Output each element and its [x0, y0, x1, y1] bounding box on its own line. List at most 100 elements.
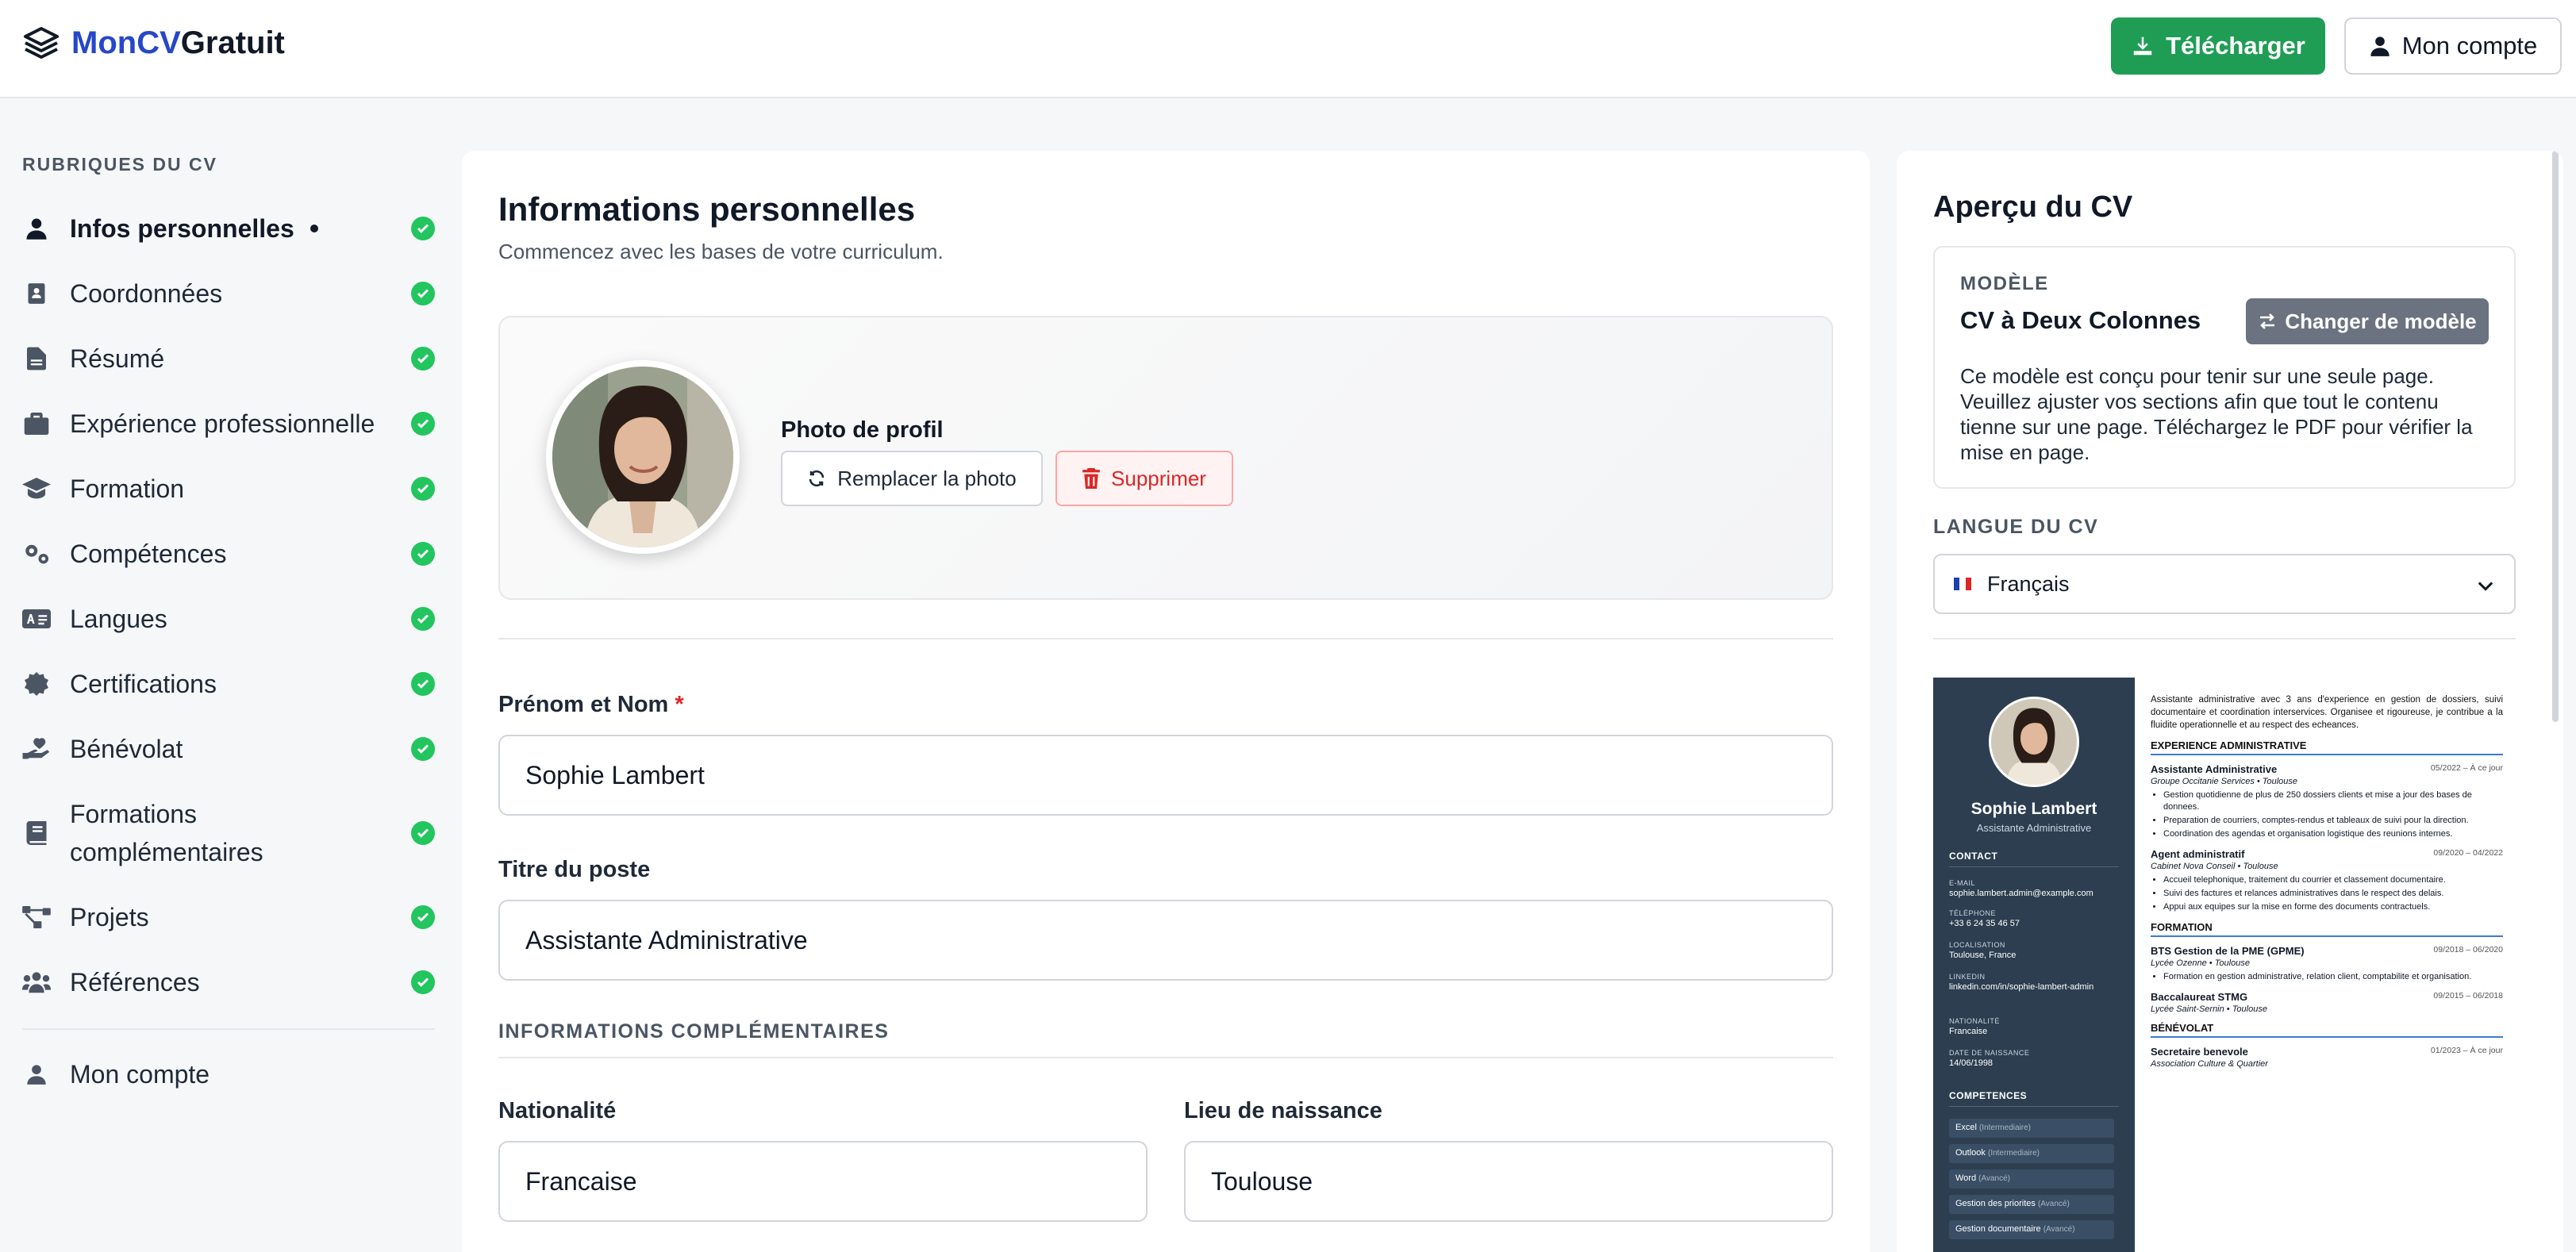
cv-job-bullets: Gestion quotidienne de plus de 250 dossi…	[2163, 789, 2503, 840]
logo[interactable]: MonCVGratuit	[22, 24, 285, 62]
sidebar-item-references[interactable]: Références	[22, 963, 435, 1001]
sidebar-item-label: Coordonnées	[70, 279, 223, 308]
cv-skill-name: Gestion documentaire	[1955, 1224, 2041, 1234]
sidebar-item-formation[interactable]: Formation	[22, 470, 435, 508]
sidebar-item-benevolat[interactable]: Bénévolat	[22, 730, 435, 768]
check-icon	[411, 542, 435, 566]
replace-photo-button[interactable]: Remplacer la photo	[781, 451, 1043, 506]
sidebar-item-projets[interactable]: Projets	[22, 898, 435, 936]
check-icon	[411, 737, 435, 761]
cv-skill: Gestion des priorites (Avancé)	[1949, 1195, 2114, 1214]
cv-location-key: LOCALISATION	[1949, 941, 2005, 949]
preview-divider	[1933, 638, 2516, 639]
cv-edu-title: Baccalaureat STMG	[2151, 991, 2248, 1003]
required-marker: *	[675, 692, 684, 717]
delete-photo-button[interactable]: Supprimer	[1055, 451, 1233, 506]
check-icon	[411, 607, 435, 631]
cv-nationality-key: NATIONALITÉ	[1949, 1017, 2000, 1025]
sidebar-item-formations-complementaires[interactable]: Formations complémentaires	[22, 795, 435, 871]
cv-vol-dates: 01/2023 – À ce jour	[2430, 1046, 2503, 1055]
birthplace-input[interactable]: Toulouse	[1184, 1141, 1833, 1222]
sidebar-item-certifications[interactable]: Certifications	[22, 665, 435, 703]
sidebar-item-coordonnees[interactable]: Coordonnées	[22, 275, 435, 313]
briefcase-icon	[22, 409, 51, 438]
sidebar-item-resume[interactable]: Résumé	[22, 340, 435, 378]
cv-location-value: Toulouse, France	[1949, 951, 2017, 960]
cv-job-dates: 09/2020 – 04/2022	[2433, 848, 2503, 858]
page-subtitle: Commencez avec les bases de votre curric…	[498, 240, 944, 263]
check-icon	[411, 347, 435, 371]
cv-bullet: Suivi des factures et relances administr…	[2163, 888, 2503, 900]
jobtitle-input[interactable]: Assistante Administrative	[498, 900, 1833, 981]
delete-photo-label: Supprimer	[1111, 466, 1206, 490]
preview-scrollbar[interactable]	[2552, 151, 2559, 722]
sidebar-item-label: Formation	[70, 474, 185, 503]
cv-education-heading: FORMATION	[2151, 921, 2503, 937]
change-model-button[interactable]: Changer de modèle	[2246, 298, 2489, 344]
hand-heart-icon	[22, 735, 51, 763]
cv-bullet: Coordination des agendas et organisation…	[2163, 828, 2503, 840]
cv-skill-name: Word	[1955, 1173, 1977, 1183]
sidebar-item-label: Infos personnelles	[70, 214, 294, 243]
sidebar-item-label: Mon compte	[70, 1060, 210, 1089]
cv-job-row: Agent administratif 09/2020 – 04/2022	[2151, 848, 2503, 860]
sidebar-item-label: Projets	[70, 903, 149, 931]
profile-photo	[552, 367, 733, 547]
active-dot	[310, 225, 318, 232]
cv-skill: Word (Avancé)	[1949, 1169, 2114, 1189]
cv-job-dates: 05/2022 – À ce jour	[2430, 763, 2503, 773]
jobtitle-label: Titre du poste	[498, 857, 651, 882]
check-icon	[411, 412, 435, 436]
cv-job-org: Groupe Occitanie Services • Toulouse	[2151, 777, 2298, 786]
sidebar-item-competences[interactable]: Compétences	[22, 535, 435, 573]
cv-edu-org: Lycée Ozenne • Toulouse	[2151, 958, 2250, 968]
account-label: Mon compte	[2401, 32, 2538, 60]
avatar[interactable]	[546, 360, 740, 554]
account-button[interactable]: Mon compte	[2344, 17, 2562, 75]
model-name: CV à Deux Colonnes	[1960, 306, 2201, 334]
check-icon	[411, 217, 435, 240]
sidebar-item-label: Compétences	[70, 540, 227, 568]
check-icon	[411, 282, 435, 305]
sidebar: RUBRIQUES DU CV Infos personnelles Coord…	[0, 98, 449, 1252]
section-divider	[498, 1057, 1833, 1058]
cv-skills-heading: COMPETENCES	[1949, 1090, 2119, 1107]
fullname-label: Prénom et Nom *	[498, 692, 684, 718]
model-caption: MODÈLE	[1960, 273, 2049, 294]
user-icon	[2370, 36, 2390, 56]
trash-icon	[1082, 468, 1100, 489]
sidebar-item-label: Langues	[70, 605, 167, 633]
cv-skill: Outlook (Intermediaire)	[1949, 1144, 2114, 1163]
fullname-input[interactable]: Sophie Lambert	[498, 735, 1833, 816]
sidebar-item-infos-personnelles[interactable]: Infos personnelles	[22, 209, 435, 248]
cv-vol-row: Secretaire benevole 01/2023 – À ce jour	[2151, 1046, 2503, 1058]
cv-skill-name: Outlook	[1955, 1148, 1986, 1158]
cv-skill-level: (Avancé)	[1978, 1174, 2010, 1183]
preview-panel: Aperçu du CV MODÈLE CV à Deux Colonnes C…	[1897, 151, 2563, 1252]
sidebar-item-mon-compte[interactable]: Mon compte	[22, 1055, 435, 1093]
book-icon	[22, 819, 51, 847]
cv-name: Sophie Lambert	[1970, 800, 2097, 818]
cv-linkedin-value: linkedin.com/in/sophie-lambert-admin	[1949, 982, 2094, 992]
cv-skill: Gestion documentaire (Avancé)	[1949, 1220, 2114, 1239]
cv-edu-row: BTS Gestion de la PME (GPME) 09/2018 – 06…	[2151, 945, 2503, 957]
cv-sidebar: Sophie Lambert Assistante Administrative…	[1933, 678, 2135, 1252]
sidebar-item-experience[interactable]: Expérience professionnelle	[22, 405, 435, 443]
download-button[interactable]: Télécharger	[2111, 17, 2325, 75]
cv-edu-title: BTS Gestion de la PME (GPME)	[2151, 945, 2305, 957]
sidebar-item-label: Références	[70, 968, 200, 997]
cv-email-key: E-MAIL	[1949, 879, 1976, 887]
sidebar-item-label: Bénévolat	[70, 735, 183, 763]
model-description: Ce modèle est conçu pour tenir sur une s…	[1960, 364, 2473, 464]
cv-preview[interactable]: Sophie Lambert Assistante Administrative…	[1933, 678, 2516, 1252]
check-icon	[411, 672, 435, 696]
nationality-input[interactable]: Francaise	[498, 1141, 1148, 1222]
user-icon	[22, 214, 51, 243]
sidebar-title: RUBRIQUES DU CV	[22, 154, 217, 175]
cv-skill: Excel (Intermediaire)	[1949, 1119, 2114, 1138]
cv-birthdate-value: 14/06/1998	[1949, 1058, 1994, 1068]
check-icon	[411, 477, 435, 501]
sidebar-item-langues[interactable]: Langues	[22, 600, 435, 638]
change-model-label: Changer de modèle	[2285, 309, 2477, 333]
language-select[interactable]: Français	[1933, 554, 2516, 614]
